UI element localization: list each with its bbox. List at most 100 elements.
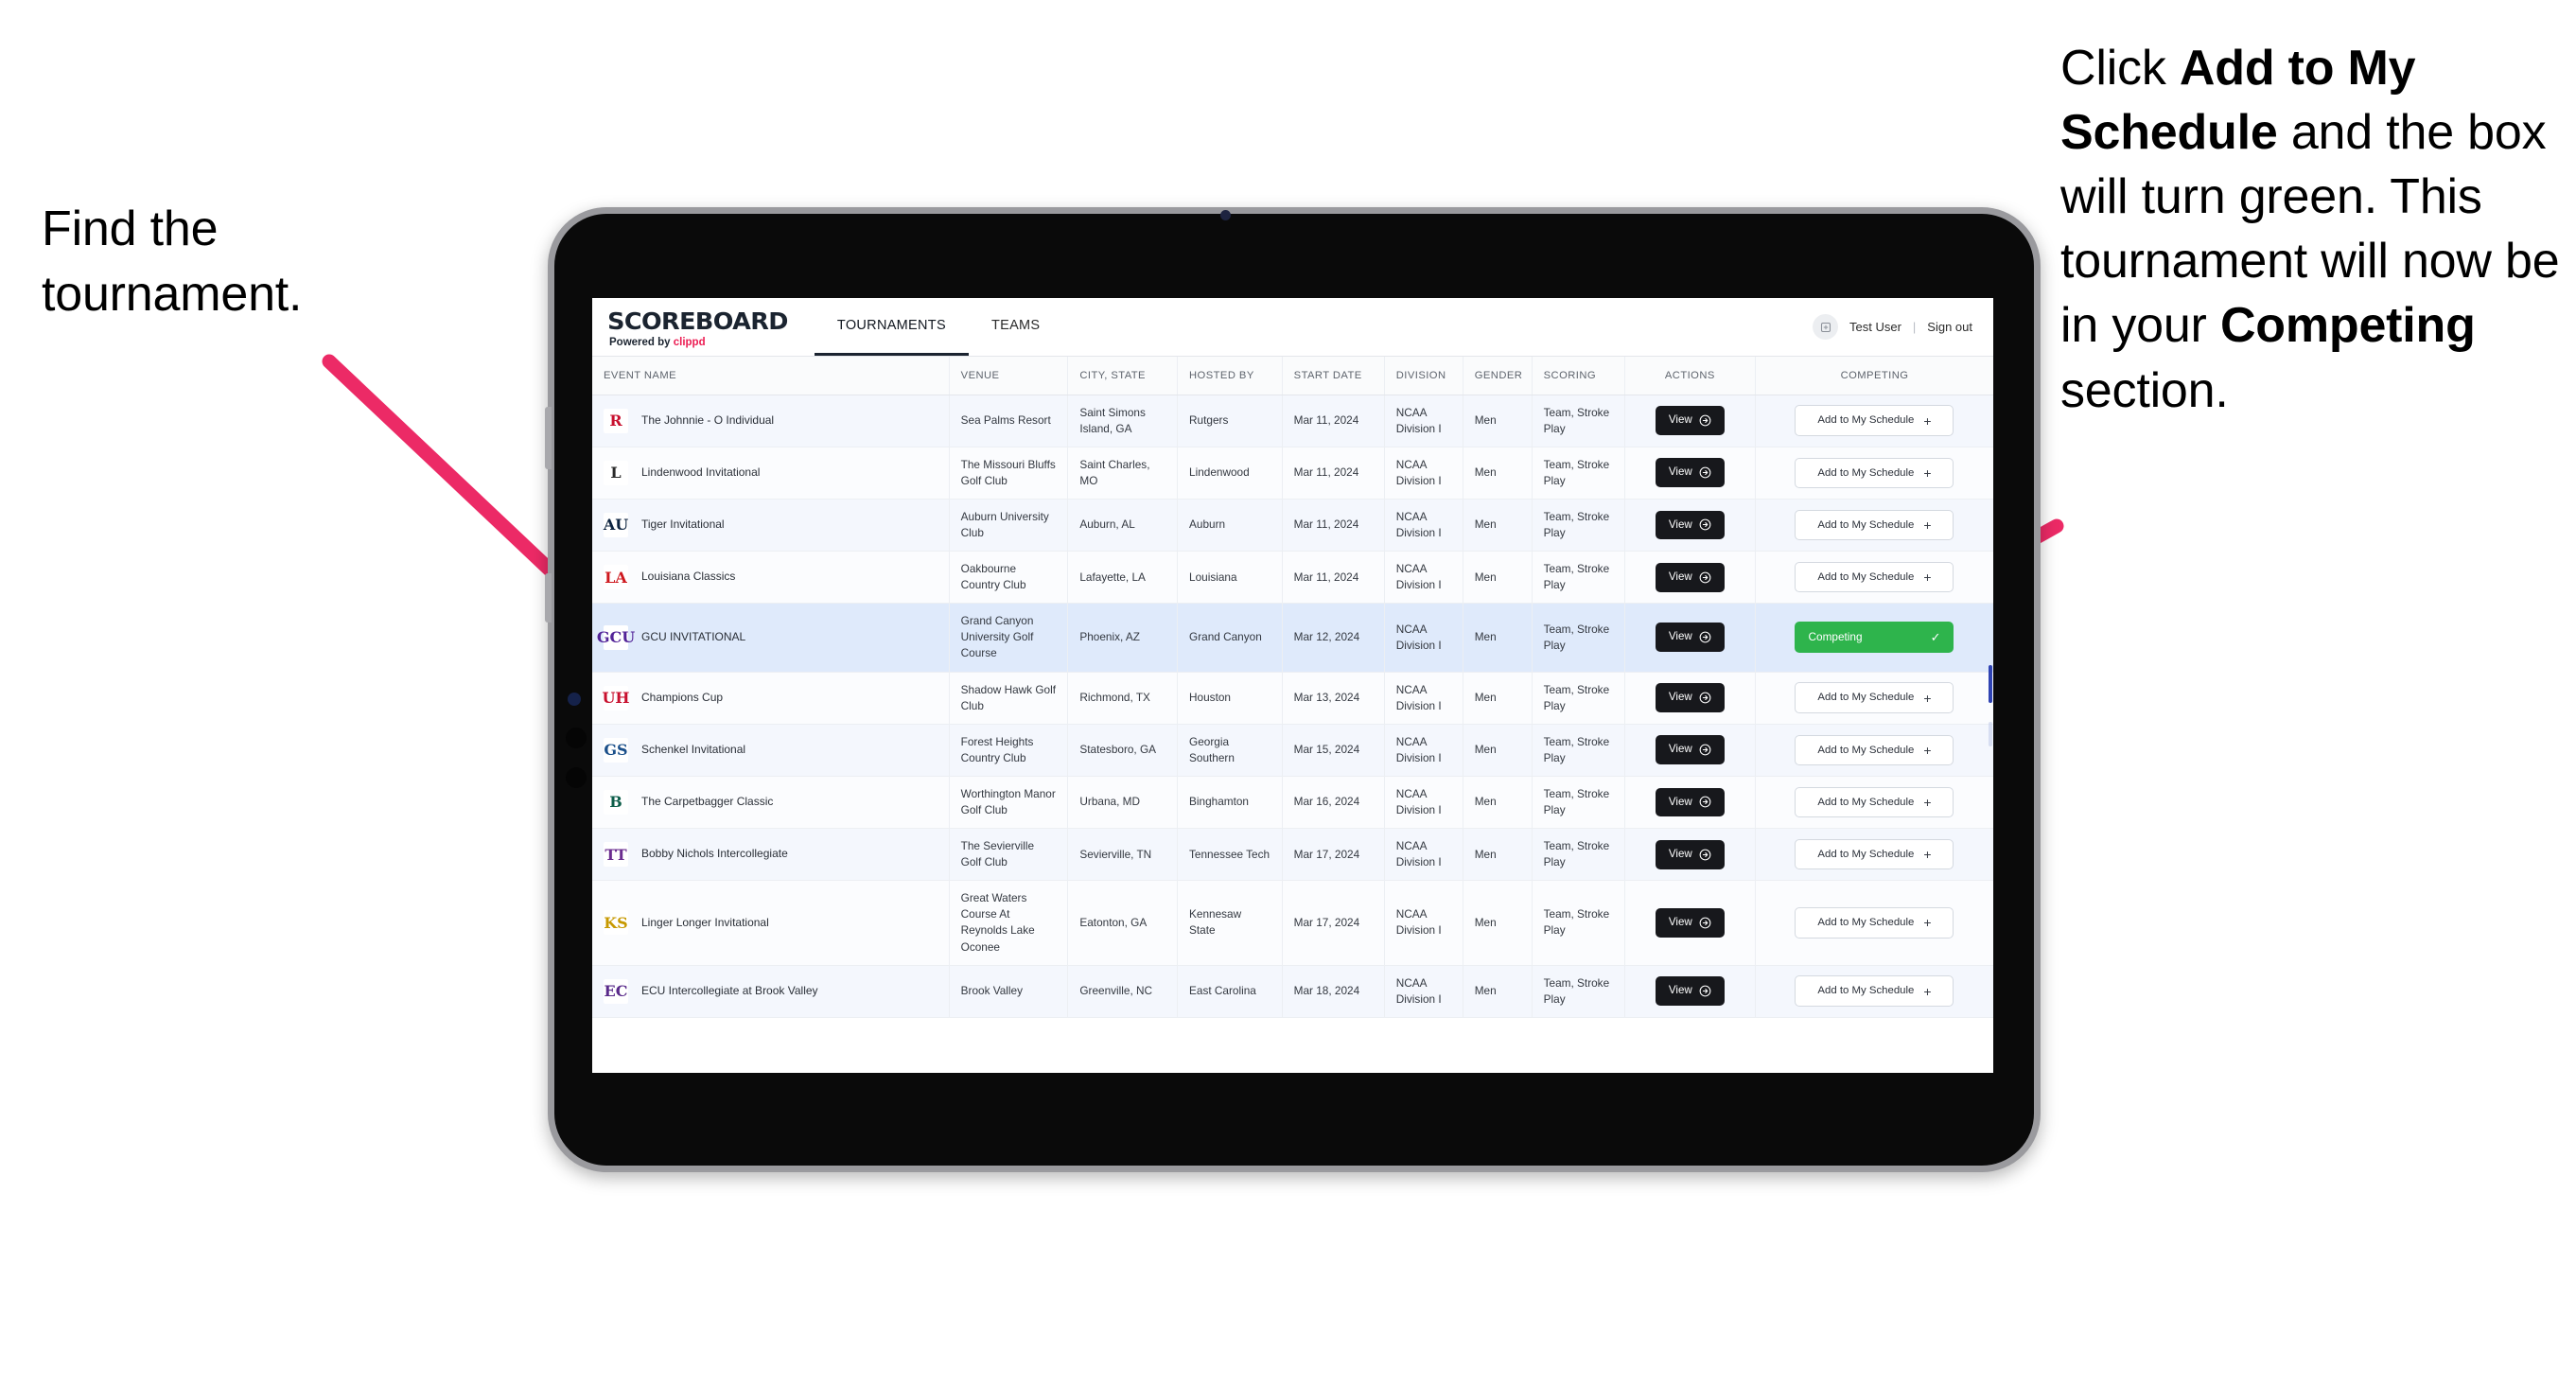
- cell-gender: Men: [1463, 447, 1533, 500]
- view-label: View: [1668, 691, 1692, 704]
- add-to-my-schedule-button[interactable]: Add to My Schedule +: [1795, 734, 1954, 766]
- cell-event-name: EC ECU Intercollegiate at Brook Valley: [592, 965, 950, 1018]
- view-label: View: [1668, 847, 1692, 860]
- cell-actions: View: [1624, 395, 1756, 447]
- event-name-cell: UH Champions Cup: [602, 685, 938, 711]
- view-label: View: [1668, 518, 1692, 531]
- cell-division: NCAA Division I: [1384, 672, 1463, 725]
- view-button[interactable]: View: [1655, 623, 1725, 653]
- cell-gender: Men: [1463, 603, 1533, 673]
- sign-out-link[interactable]: Sign out: [1927, 320, 1972, 334]
- volume-button[interactable]: [545, 573, 552, 623]
- table-row[interactable]: KS Linger Longer Invitational Great Waters…: [592, 880, 1993, 966]
- tournaments-table: EVENT NAME VENUE CITY, STATE HOSTED BY S…: [592, 357, 1993, 1018]
- add-to-my-schedule-button[interactable]: Add to My Schedule +: [1795, 561, 1954, 593]
- team-logo-icon: R: [604, 408, 628, 433]
- brand-name: SCOREBOARD: [607, 307, 788, 335]
- view-button[interactable]: View: [1655, 787, 1725, 817]
- cell-hosted-by: Houston: [1177, 672, 1283, 725]
- cell-division: NCAA Division I: [1384, 499, 1463, 553]
- tab-teams[interactable]: TEAMS: [969, 298, 1062, 356]
- event-name-cell: R The Johnnie - O Individual: [604, 408, 938, 433]
- power-button[interactable]: [545, 407, 552, 469]
- table-row[interactable]: GCU GCU INVITATIONAL Grand Canyon Universi…: [592, 603, 1993, 673]
- table-row[interactable]: EC ECU Intercollegiate at Brook Valley Bro…: [592, 965, 1993, 1018]
- add-to-my-schedule-button[interactable]: Add to My Schedule +: [1795, 457, 1954, 489]
- vertical-scrollbar-track[interactable]: [1989, 722, 1992, 746]
- add-to-my-schedule-button[interactable]: Add to My Schedule +: [1795, 682, 1954, 713]
- view-button[interactable]: View: [1655, 406, 1725, 435]
- cell-event-name: TT Bobby Nichols Intercollegiate: [592, 828, 950, 882]
- circle-arrow-icon: [1699, 571, 1711, 584]
- event-name-label: The Carpetbagger Classic: [641, 795, 774, 809]
- add-to-my-schedule-button[interactable]: Add to My Schedule +: [1795, 907, 1954, 939]
- col-division[interactable]: DIVISION: [1384, 357, 1463, 395]
- tournaments-table-container[interactable]: EVENT NAME VENUE CITY, STATE HOSTED BY S…: [592, 357, 1993, 1073]
- view-button[interactable]: View: [1655, 458, 1725, 488]
- col-actions[interactable]: ACTIONS: [1624, 357, 1756, 395]
- add-to-my-schedule-button[interactable]: Add to My Schedule +: [1795, 405, 1954, 436]
- sensor-dot: [566, 767, 587, 788]
- cell-venue: Shadow Hawk Golf Club: [949, 672, 1069, 725]
- cell-gender: Men: [1463, 499, 1533, 553]
- cell-actions: View: [1624, 724, 1756, 777]
- cell-scoring: Team, Stroke Play: [1532, 828, 1625, 882]
- vertical-scrollbar[interactable]: [1989, 665, 1992, 703]
- view-button[interactable]: View: [1655, 735, 1725, 765]
- cell-competing: Add to My Schedule +: [1755, 499, 1993, 553]
- add-to-my-schedule-button[interactable]: Add to My Schedule +: [1795, 509, 1954, 541]
- team-logo-icon: TT: [604, 842, 628, 868]
- event-name-label: GCU INVITATIONAL: [641, 630, 746, 644]
- view-button[interactable]: View: [1655, 839, 1725, 869]
- col-start-date[interactable]: START DATE: [1282, 357, 1385, 395]
- col-venue[interactable]: VENUE: [949, 357, 1069, 395]
- table-row[interactable]: TT Bobby Nichols Intercollegiate The Sevie…: [592, 828, 1993, 882]
- cell-venue: The Sevierville Golf Club: [949, 828, 1069, 882]
- view-button[interactable]: View: [1655, 510, 1725, 540]
- table-row[interactable]: AU Tiger Invitational Auburn University Cl…: [592, 499, 1993, 553]
- brand-logo[interactable]: SCOREBOARD Powered by clippd: [592, 298, 805, 356]
- col-scoring[interactable]: SCORING: [1532, 357, 1625, 395]
- check-icon: ✓: [1930, 630, 1941, 645]
- cell-event-name: GCU GCU INVITATIONAL: [592, 603, 950, 673]
- event-name-label: The Johnnie - O Individual: [641, 412, 775, 427]
- app-screen: SCOREBOARD Powered by clippd TOURNAMENTS…: [592, 298, 1993, 1073]
- cell-actions: View: [1624, 499, 1756, 553]
- cell-actions: View: [1624, 603, 1756, 673]
- table-row[interactable]: GS Schenkel Invitational Forest Heights Co…: [592, 724, 1993, 777]
- event-name-label: Bobby Nichols Intercollegiate: [641, 847, 788, 861]
- add-to-my-schedule-label: Add to My Schedule: [1817, 692, 1915, 704]
- add-to-my-schedule-button[interactable]: Add to My Schedule +: [1795, 975, 1954, 1008]
- cell-event-name: GS Schenkel Invitational: [592, 724, 950, 777]
- col-competing[interactable]: COMPETING: [1755, 357, 1993, 395]
- event-name-cell: AU Tiger Invitational: [604, 512, 938, 537]
- competing-button[interactable]: Competing ✓: [1795, 622, 1954, 654]
- col-event-name[interactable]: EVENT NAME: [592, 357, 950, 395]
- nav-tabs: TOURNAMENTS TEAMS: [814, 298, 1062, 356]
- table-row[interactable]: B The Carpetbagger Classic Worthington Man…: [592, 776, 1993, 830]
- plus-icon: +: [1923, 517, 1932, 533]
- sensor-dot: [568, 693, 581, 706]
- cell-scoring: Team, Stroke Play: [1532, 724, 1625, 777]
- col-hosted-by[interactable]: HOSTED BY: [1177, 357, 1283, 395]
- table-row[interactable]: LA Louisiana Classics Oakbourne Country Cl…: [592, 551, 1993, 605]
- col-gender[interactable]: GENDER: [1463, 357, 1533, 395]
- add-to-my-schedule-button[interactable]: Add to My Schedule +: [1795, 786, 1954, 818]
- cell-city-state: Saint Simons Island, GA: [1067, 395, 1179, 447]
- clippd-label: clippd: [673, 337, 706, 348]
- table-row[interactable]: L Lindenwood Invitational The Missouri Blu…: [592, 447, 1993, 500]
- tab-tournaments[interactable]: TOURNAMENTS: [814, 298, 969, 356]
- table-row[interactable]: UH Champions Cup Shadow Hawk Golf Club Rich…: [592, 672, 1993, 725]
- event-name-label: ECU Intercollegiate at Brook Valley: [641, 984, 818, 998]
- add-to-my-schedule-button[interactable]: Add to My Schedule +: [1795, 838, 1954, 870]
- user-avatar-icon[interactable]: [1813, 314, 1838, 340]
- cell-city-state: Lafayette, LA: [1067, 551, 1179, 605]
- view-label: View: [1668, 630, 1692, 643]
- view-button[interactable]: View: [1655, 683, 1725, 713]
- view-button[interactable]: View: [1655, 976, 1725, 1007]
- view-button[interactable]: View: [1655, 908, 1725, 938]
- col-city-state[interactable]: CITY, STATE: [1067, 357, 1179, 395]
- view-button[interactable]: View: [1655, 562, 1725, 592]
- cell-venue: Great Waters Course At Reynolds Lake Oco…: [949, 880, 1069, 966]
- table-row[interactable]: R The Johnnie - O Individual Sea Palms Res…: [592, 395, 1993, 447]
